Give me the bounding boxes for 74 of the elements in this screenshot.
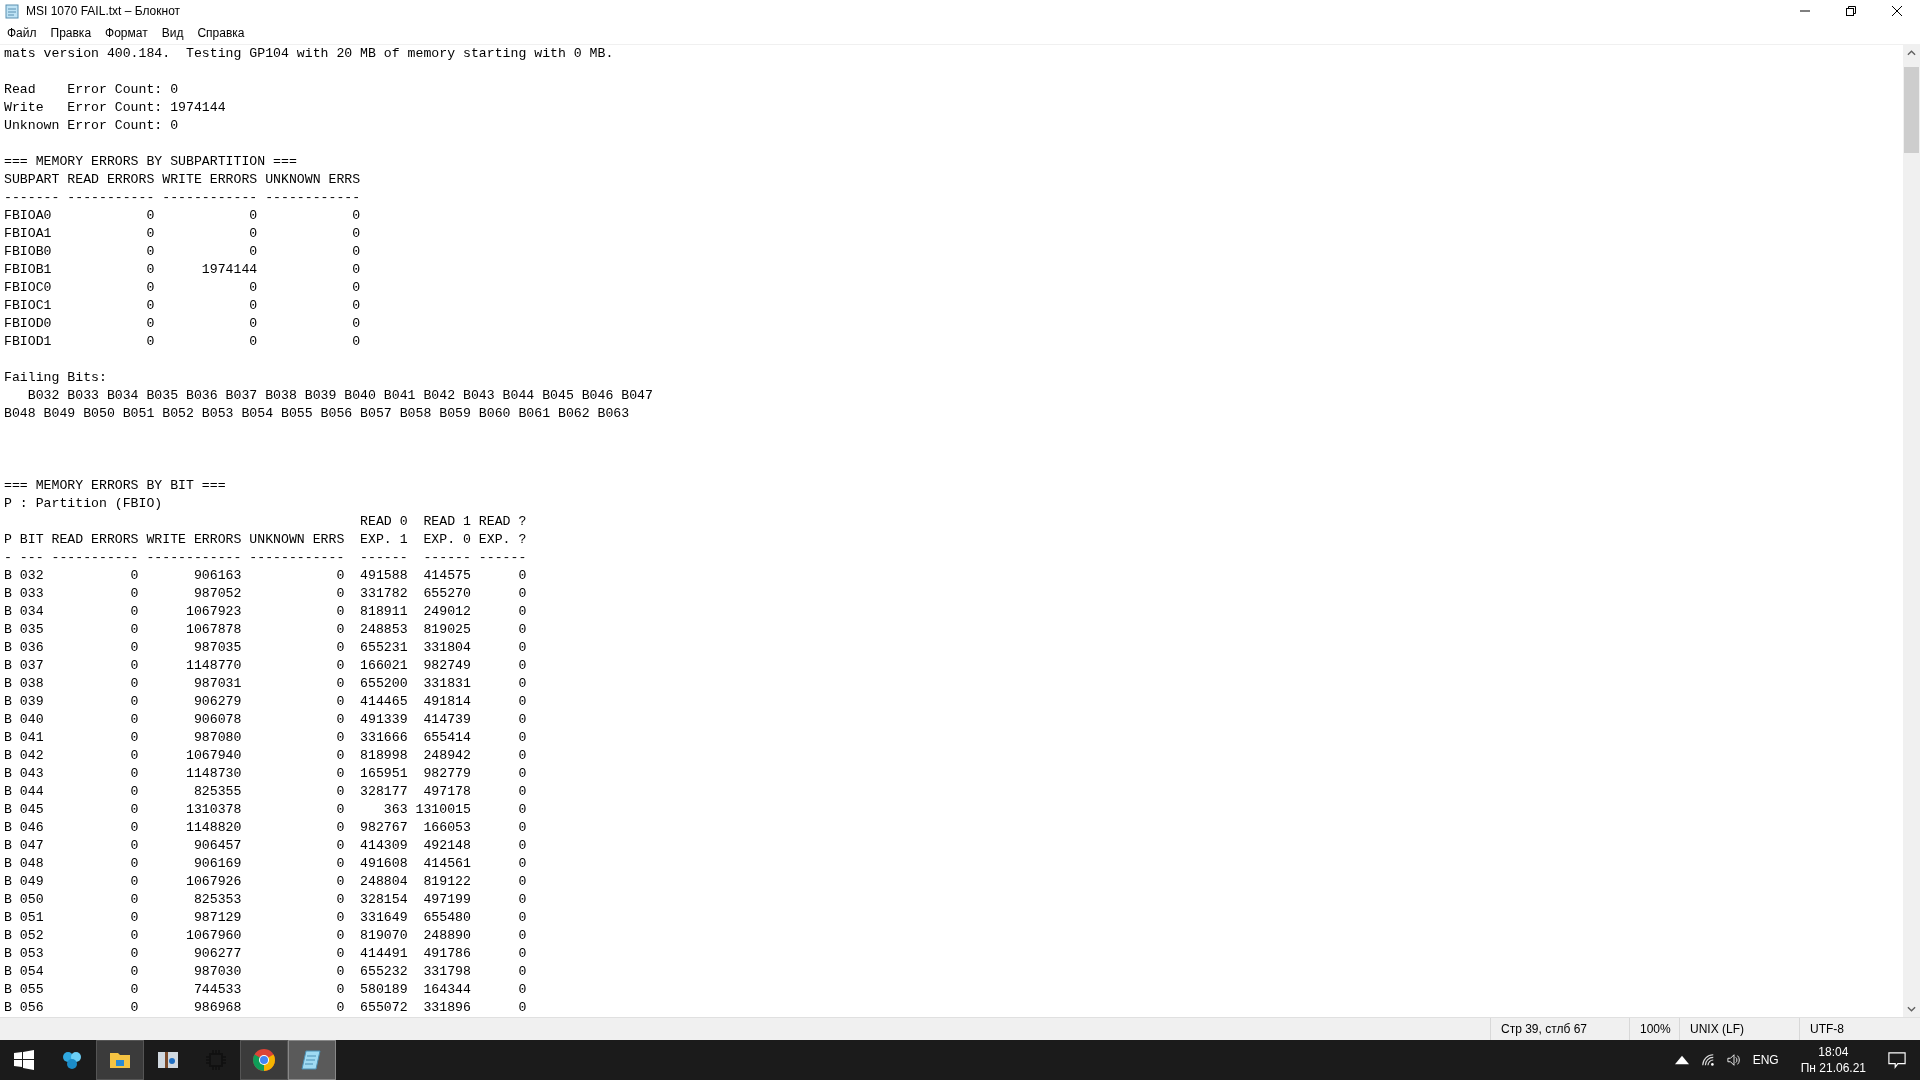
text-line: B 049 0 1067926 0 248804 819122 0: [4, 873, 528, 891]
text-line: B 034 0 1067923 0 818911 249012 0: [4, 603, 528, 621]
clock-date[interactable]: Пн 21.06.21: [1800, 1060, 1866, 1076]
scroll-up-icon[interactable]: [1907, 50, 1916, 56]
text-line: FBIOC1 0 0 0: [4, 297, 362, 315]
text-line: P : Partition (FBIO): [4, 495, 164, 513]
menu-item[interactable]: Правка: [43, 26, 99, 40]
text-line: B 039 0 906279 0 414465 491814 0: [4, 693, 528, 711]
text-line: B 055 0 744533 0 580189 164344 0: [4, 981, 528, 999]
text-line: B 032 0 906163 0 491588 414575 0: [4, 567, 528, 585]
close-icon[interactable]: [1892, 6, 1902, 16]
text-line: FBIOC0 0 0 0: [4, 279, 362, 297]
notepad-taskbar-button[interactable]: [288, 1040, 336, 1080]
scroll-down-icon[interactable]: [1907, 1006, 1916, 1012]
text-line: B 044 0 825355 0 328177 497178 0: [4, 783, 528, 801]
text-line: FBIOB1 0 1974144 0: [4, 261, 362, 279]
text-line: FBIOD0 0 0 0: [4, 315, 362, 333]
text-line: B 035 0 1067878 0 248853 819025 0: [4, 621, 528, 639]
text-line: B 038 0 987031 0 655200 331831 0: [4, 675, 528, 693]
text-line: B032 B033 B034 B035 B036 B037 B038 B039 B040 B041 B042 B043 B044 B045 B046 B047: [26, 387, 654, 405]
text-line: FBIOD1 0 0 0: [4, 333, 362, 351]
text-line: Read Error Count: 0: [4, 81, 180, 99]
speaker-icon[interactable]: [1726, 1053, 1741, 1067]
text-line: B 048 0 906169 0 491608 414561 0: [4, 855, 528, 873]
text-line: FBIOA0 0 0 0: [4, 207, 362, 225]
text-line: FBIOB0 0 0 0: [4, 243, 362, 261]
text-line: B 054 0 987030 0 655232 331798 0: [4, 963, 528, 981]
scrollbar[interactable]: [1903, 45, 1920, 1017]
text-line: B 036 0 987035 0 655231 331804 0: [4, 639, 528, 657]
text-line: B 043 0 1148730 0 165951 982779 0: [4, 765, 528, 783]
text-line: B 047 0 906457 0 414309 492148 0: [4, 837, 528, 855]
menu-item[interactable]: Вид: [154, 26, 191, 40]
text-line: Failing Bits:: [4, 369, 108, 387]
text-line: mats version 400.184. Testing GP104 with 20 MB of memory starting with 0 MB.: [4, 45, 615, 63]
text-line: READ 0 READ 1 READ ?: [359, 513, 528, 531]
text-line: === MEMORY ERRORS BY BIT ===: [4, 477, 227, 495]
text-line: B 053 0 906277 0 414491 491786 0: [4, 945, 528, 963]
text-line: B 046 0 1148820 0 982767 166053 0: [4, 819, 528, 837]
clock-time[interactable]: 18:04: [1818, 1044, 1849, 1060]
notepad-icon: [300, 1048, 324, 1072]
chrome-taskbar-button[interactable]: [240, 1040, 288, 1080]
notepad-icon: [4, 3, 20, 19]
text-line: B 051 0 987129 0 331649 655480 0: [4, 909, 528, 927]
text-line: Unknown Error Count: 0: [4, 117, 180, 135]
menu-item[interactable]: Файл: [0, 26, 44, 40]
text-line: === MEMORY ERRORS BY SUBPARTITION ===: [4, 153, 298, 171]
text-line: B 042 0 1067940 0 818998 248942 0: [4, 747, 528, 765]
menu-item[interactable]: Формат: [98, 26, 155, 40]
language-indicator[interactable]: ENG: [1752, 1053, 1779, 1067]
text-line: B 056 0 986968 0 655072 331896 0: [4, 999, 528, 1017]
text-line: B 052 0 1067960 0 819070 248890 0: [4, 927, 528, 945]
text-line: FBIOA1 0 0 0: [4, 225, 362, 243]
text-line: B 041 0 987080 0 331666 655414 0: [4, 729, 528, 747]
text-line: B 037 0 1148770 0 166021 982749 0: [4, 657, 528, 675]
wifi-icon[interactable]: [1700, 1053, 1715, 1067]
text-line: - --- ----------- ------------ ------------ ------ ------ ------: [4, 549, 528, 567]
menu-item[interactable]: Справка: [190, 26, 252, 40]
notification-icon[interactable]: [1888, 1051, 1906, 1069]
text-line: B 050 0 825353 0 328154 497199 0: [4, 891, 528, 909]
text-line: B048 B049 B050 B051 B052 B053 B054 B055 B056 B057 B058 B059 B060 B061 B062 B063: [4, 405, 631, 423]
text-line: B 045 0 1310378 0 363 1310015 0: [4, 801, 528, 819]
restore-icon[interactable]: [1846, 6, 1856, 16]
folder-taskbar-button[interactable]: [96, 1040, 144, 1080]
text-line: ------- ----------- ------------ ------------: [4, 189, 362, 207]
chevron-up-icon[interactable]: [1674, 1053, 1689, 1067]
text-line: Write Error Count: 1974144: [4, 99, 227, 117]
browser-logo-icon: [252, 1048, 276, 1072]
text-line: B 033 0 987052 0 331782 655270 0: [4, 585, 528, 603]
scroll-thumb[interactable]: [1904, 67, 1919, 153]
window-title: MSI 1070 FAIL.txt – Блокнот: [26, 4, 181, 18]
text-line: P BIT READ ERRORS WRITE ERRORS UNKNOWN ERRS EXP. 1 EXP. 0 EXP. ?: [4, 531, 528, 549]
text-line: SUBPART READ ERRORS WRITE ERRORS UNKNOWN ERRS: [4, 171, 362, 189]
text-line: B 040 0 906078 0 491339 414739 0: [4, 711, 528, 729]
windows-logo-icon: [14, 1050, 34, 1070]
